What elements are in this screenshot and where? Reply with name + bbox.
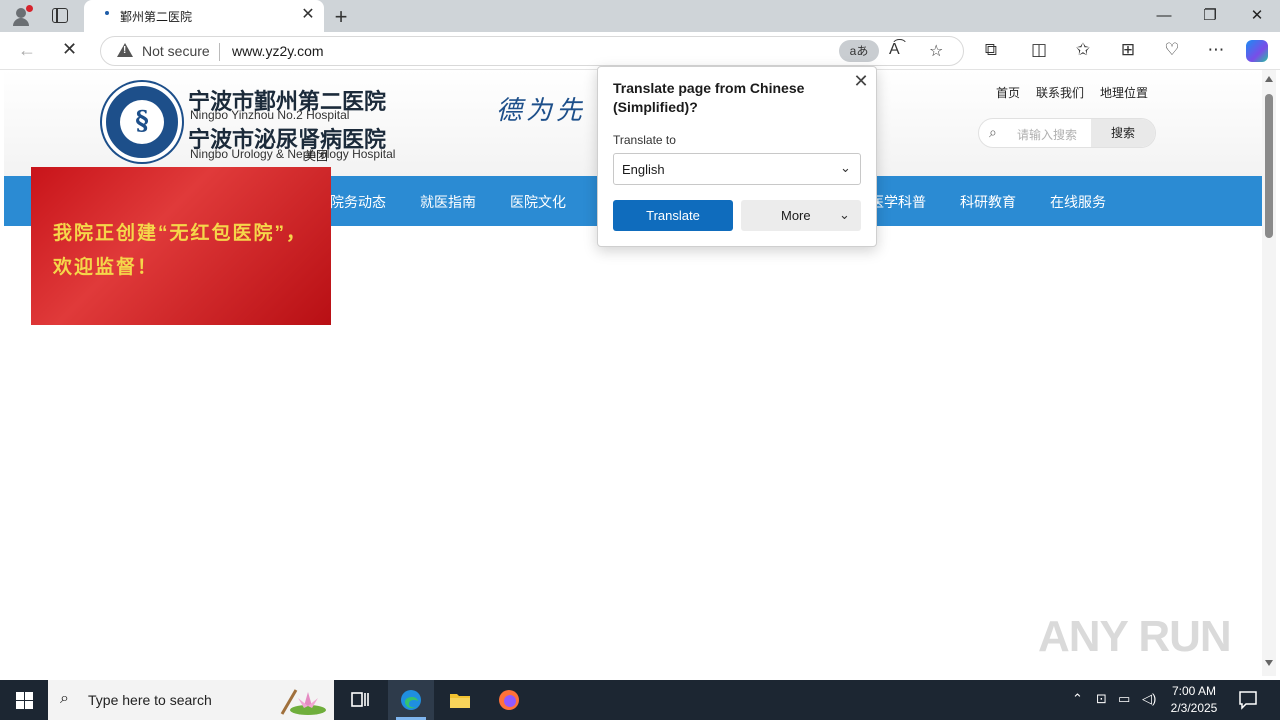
- site-search-input[interactable]: 请输入搜索: [1017, 126, 1079, 143]
- system-clock[interactable]: 7:00 AM 2/3/2025: [1164, 683, 1224, 717]
- tab-strip: 鄞州第二医院 ✕ + — ❐ ✕: [0, 0, 1280, 32]
- notifications-icon[interactable]: [1236, 688, 1260, 712]
- minimize-button[interactable]: —: [1141, 0, 1187, 32]
- file-explorer-icon[interactable]: [448, 688, 472, 712]
- scroll-up-icon[interactable]: [1265, 76, 1273, 82]
- warning-icon[interactable]: [117, 43, 133, 57]
- translate-icon[interactable]: aあ: [839, 40, 879, 62]
- menu-item-culture[interactable]: 医院文化: [510, 192, 566, 212]
- search-icon: ⌕: [60, 690, 69, 707]
- collections-icon[interactable]: ⊞: [1117, 40, 1139, 60]
- menu-item-science[interactable]: 医学科普: [870, 192, 926, 212]
- clock-date: 2/3/2025: [1170, 701, 1218, 715]
- more-icon[interactable]: ⋯: [1205, 40, 1227, 60]
- banner-text: 我院正创建“无红包医院”，欢迎监督！: [53, 223, 308, 278]
- new-tab-button[interactable]: +: [332, 4, 350, 30]
- hospital-name-en-1: Ningbo Yinzhou No.2 Hospital: [190, 108, 350, 122]
- scroll-down-icon[interactable]: [1265, 660, 1273, 666]
- stop-loading-icon[interactable]: ✕: [62, 39, 77, 60]
- menu-item-guide[interactable]: 就医指南: [420, 192, 476, 212]
- taskbar: ⌕ Type here to search ⌃ ⊡ ▭ ◁) 7:00 AM 2…: [0, 680, 1280, 720]
- lotus-decoration-icon: [280, 689, 326, 715]
- menu-item-research[interactable]: 科研教育: [960, 192, 1016, 212]
- edge-taskbar-button[interactable]: [388, 680, 434, 720]
- tab-title: 鄞州第二医院: [120, 10, 193, 24]
- favorites-icon[interactable]: ✩: [1072, 40, 1094, 60]
- scroll-thumb[interactable]: [1265, 94, 1273, 238]
- read-aloud-icon[interactable]: A͡: [889, 41, 900, 59]
- task-view-icon[interactable]: [348, 688, 372, 712]
- profile-avatar-icon[interactable]: [10, 5, 33, 28]
- split-screen-icon[interactable]: ◫: [1028, 40, 1050, 60]
- hospital-logo[interactable]: §: [102, 82, 182, 162]
- tab-actions-icon[interactable]: [52, 8, 68, 23]
- menu-item-online[interactable]: 在线服务: [1050, 192, 1106, 212]
- tab-favicon-icon: [105, 11, 109, 15]
- url-text[interactable]: www.yz2y.com: [232, 43, 324, 59]
- chevron-down-icon: ⌄: [839, 207, 850, 222]
- windows-start-icon[interactable]: [16, 692, 33, 709]
- tray-network-icon[interactable]: ▭: [1118, 691, 1130, 707]
- clock-time: 7:00 AM: [1171, 684, 1217, 698]
- close-icon[interactable]: ✕: [852, 71, 870, 92]
- hospital-name-en-2: Ningbo Urology & Nephrology Hospital: [190, 147, 396, 161]
- search-icon: ⌕: [989, 124, 997, 140]
- language-select[interactable]: English ⌄: [613, 153, 861, 185]
- navigation-bar: ← ✕ Not secure www.yz2y.com aあ A͡ ☆ ⧉ ◫ …: [0, 32, 1280, 70]
- site-search: ⌕ 请输入搜索 搜索: [978, 118, 1156, 148]
- close-window-button[interactable]: ✕: [1234, 0, 1280, 32]
- tab-close-icon[interactable]: ✕: [300, 7, 316, 23]
- toplink-home[interactable]: 首页: [996, 84, 1020, 101]
- chevron-down-icon: ⌄: [840, 160, 851, 175]
- more-button[interactable]: More ⌄: [741, 200, 861, 231]
- translate-button[interactable]: Translate: [613, 200, 733, 231]
- translate-popup-title: Translate page from Chinese (Simplified)…: [613, 80, 805, 115]
- extensions-icon[interactable]: ⧉: [980, 40, 1002, 60]
- translate-to-label: Translate to: [613, 133, 676, 147]
- edge-icon: [401, 690, 421, 710]
- site-search-button[interactable]: 搜索: [1091, 119, 1155, 147]
- tray-volume-icon[interactable]: ◁): [1142, 691, 1156, 707]
- copilot-icon[interactable]: [1246, 40, 1268, 62]
- back-arrow-icon[interactable]: ←: [18, 40, 36, 61]
- address-bar[interactable]: Not secure www.yz2y.com aあ A͡ ☆: [100, 36, 964, 66]
- performance-icon[interactable]: ♡: [1161, 40, 1183, 60]
- security-label[interactable]: Not secure: [142, 43, 210, 59]
- toplink-contact[interactable]: 联系我们: [1036, 84, 1084, 101]
- overlay-text: 美团: [304, 149, 329, 163]
- tray-chevron-up-icon[interactable]: ⌃: [1072, 691, 1083, 707]
- address-divider: [219, 43, 220, 61]
- taskbar-search-input[interactable]: Type here to search: [88, 692, 212, 708]
- tray-network-device-icon[interactable]: ⊡: [1096, 691, 1107, 707]
- selected-language: English: [622, 162, 665, 177]
- notice-banner[interactable]: 我院正创建“无红包医院”，欢迎监督！: [31, 167, 331, 325]
- favorite-star-icon[interactable]: ☆: [929, 41, 943, 61]
- toplink-location[interactable]: 地理位置: [1100, 84, 1148, 101]
- anyrun-watermark: ANY RUN: [1038, 612, 1232, 661]
- browser-tab[interactable]: 鄞州第二医院 ✕: [84, 0, 324, 32]
- menu-item-news[interactable]: 院务动态: [330, 192, 386, 212]
- more-button-label: More: [781, 208, 811, 223]
- translate-popup: Translate page from Chinese (Simplified)…: [597, 66, 877, 247]
- page-scrollbar[interactable]: [1262, 70, 1276, 676]
- taskbar-search[interactable]: ⌕ Type here to search: [48, 680, 334, 720]
- restore-button[interactable]: ❐: [1187, 0, 1233, 32]
- firefox-icon[interactable]: [497, 688, 521, 712]
